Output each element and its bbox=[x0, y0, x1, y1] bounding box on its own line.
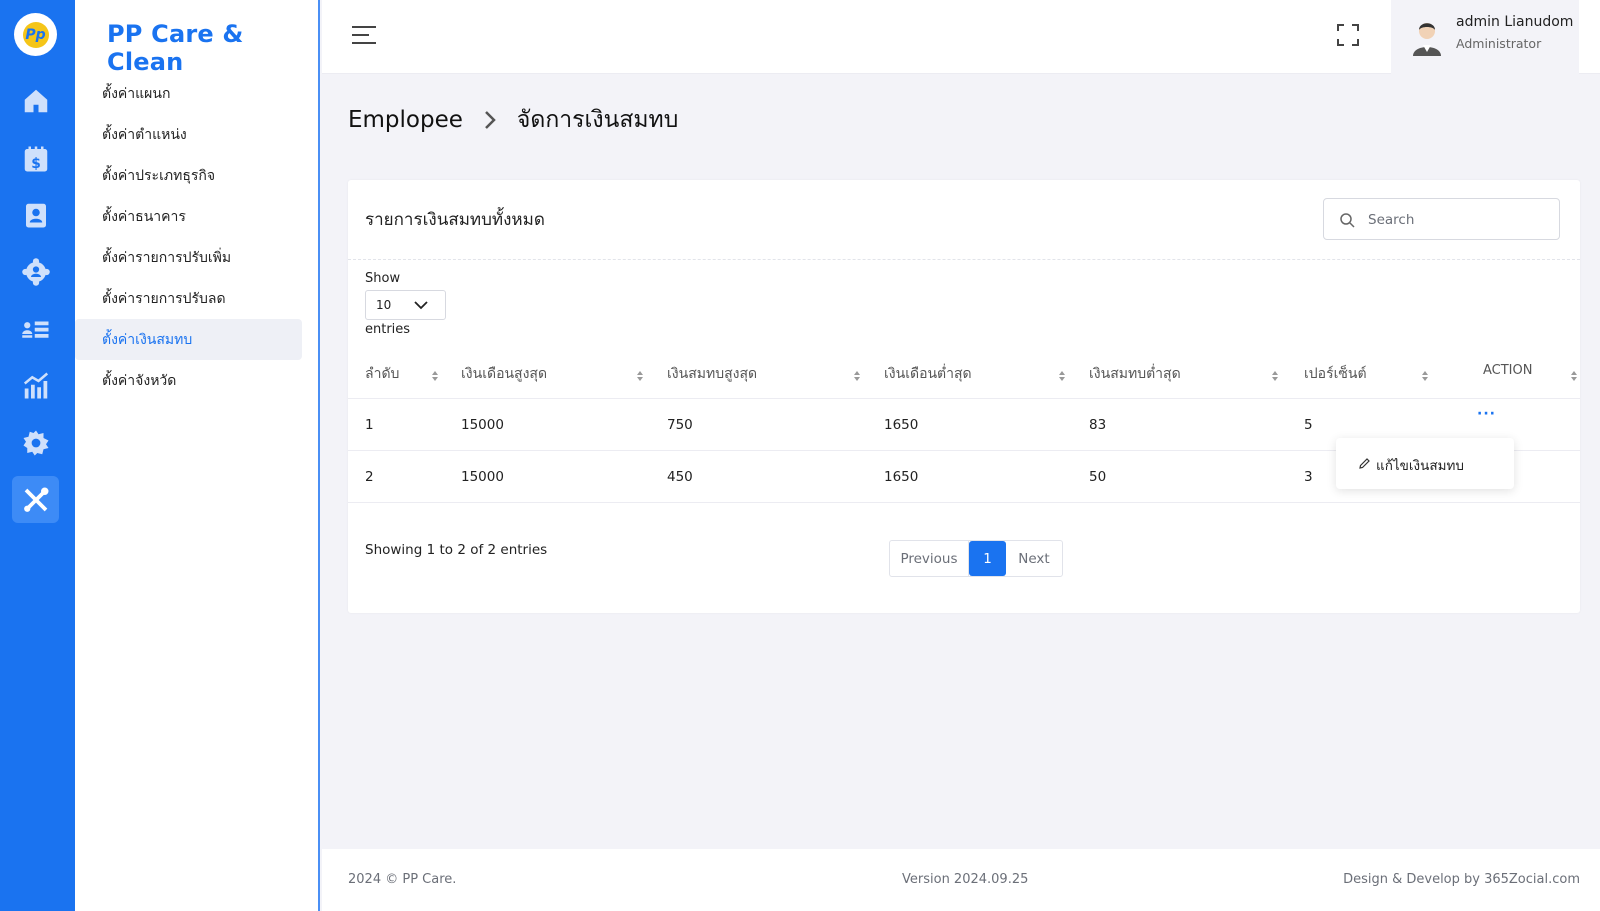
table-cell: 5 bbox=[1304, 417, 1313, 433]
page-title: จัดการเงินสมทบ bbox=[516, 107, 679, 133]
column-header-min-contribution[interactable]: เงินสมทบต่ำสุด bbox=[1089, 363, 1181, 385]
app-logo[interactable]: Pp bbox=[14, 13, 57, 56]
table-row-divider bbox=[348, 502, 1580, 503]
table-cell: 15000 bbox=[461, 469, 504, 485]
pagination: Previous 1 Next bbox=[889, 540, 1063, 577]
brand-title: PP Care & Clean bbox=[107, 20, 244, 76]
table-cell: 1 bbox=[365, 417, 374, 433]
sort-icon[interactable] bbox=[1271, 370, 1279, 382]
user-name: admin Lianudom bbox=[1456, 14, 1574, 30]
payroll-calendar-icon[interactable]: $ bbox=[12, 135, 59, 182]
table-cell: 450 bbox=[667, 469, 693, 485]
footer-credit[interactable]: Design & Develop by 365Zocial.com bbox=[1343, 872, 1580, 887]
fullscreen-icon[interactable] bbox=[1337, 24, 1359, 46]
footer: 2024 © PP Care. Version 2024.09.25 Desig… bbox=[322, 849, 1600, 911]
sort-icon[interactable] bbox=[431, 370, 439, 382]
menu-item-province[interactable]: ตั้งค่าจังหวัด bbox=[75, 360, 302, 401]
breadcrumb: Emplopee จัดการเงินสมทบ bbox=[348, 102, 678, 138]
table-cell: 1650 bbox=[884, 469, 919, 485]
next-page-button[interactable]: Next bbox=[1006, 541, 1062, 576]
home-icon[interactable] bbox=[12, 77, 59, 124]
sort-icon[interactable] bbox=[1570, 370, 1578, 382]
table-cell: 750 bbox=[667, 417, 693, 433]
search-icon bbox=[1340, 213, 1355, 228]
search-box bbox=[1323, 198, 1560, 240]
page-length-value: 10 bbox=[376, 298, 392, 312]
column-header-min-salary[interactable]: เงินเดือนต่ำสุด bbox=[884, 363, 972, 385]
menu-item-additions[interactable]: ตั้งค่ารายการปรับเพิ่ม bbox=[75, 237, 302, 278]
menu-item-deductions[interactable]: ตั้งค่ารายการปรับลด bbox=[75, 278, 302, 319]
column-header-action[interactable]: ACTION bbox=[1483, 363, 1532, 378]
table-cell: 2 bbox=[365, 469, 374, 485]
edit-contribution-item[interactable]: แก้ไขเงินสมทบ bbox=[1376, 454, 1464, 476]
table-cell: 50 bbox=[1089, 469, 1107, 485]
table-cell: 3 bbox=[1304, 469, 1313, 485]
menu-item-department[interactable]: ตั้งค่าแผนก bbox=[75, 73, 302, 114]
search-input[interactable] bbox=[1368, 209, 1548, 231]
table-header-divider bbox=[348, 398, 1580, 399]
menu-item-position[interactable]: ตั้งค่าตำแหน่ง bbox=[75, 114, 302, 155]
column-header-percent[interactable]: เปอร์เซ็นต์ bbox=[1304, 363, 1367, 385]
tools-icon[interactable] bbox=[12, 476, 59, 523]
table-info: Showing 1 to 2 of 2 entries bbox=[365, 542, 548, 558]
sort-icon[interactable] bbox=[1058, 370, 1066, 382]
report-chart-icon[interactable] bbox=[12, 362, 59, 409]
chevron-down-icon bbox=[414, 301, 428, 310]
column-header-max-contribution[interactable]: เงินสมทบสูงสุด bbox=[667, 363, 757, 385]
pencil-icon bbox=[1359, 458, 1370, 469]
sort-icon[interactable] bbox=[1421, 370, 1429, 382]
table-cell: 83 bbox=[1089, 417, 1107, 433]
page-length-select[interactable]: 10 bbox=[365, 290, 446, 320]
table-cell: 15000 bbox=[461, 417, 504, 433]
menu-toggle-icon[interactable] bbox=[352, 24, 378, 46]
team-icon[interactable] bbox=[12, 248, 59, 295]
employee-contact-icon[interactable] bbox=[12, 191, 59, 238]
sort-icon[interactable] bbox=[853, 370, 861, 382]
column-header-order[interactable]: ลำดับ bbox=[365, 363, 399, 385]
footer-copyright: 2024 © PP Care. bbox=[348, 872, 457, 887]
top-bar: admin Lianudom Administrator bbox=[322, 0, 1600, 74]
footer-version: Version 2024.09.25 bbox=[902, 872, 1029, 887]
avatar bbox=[1413, 23, 1441, 56]
show-label: Show bbox=[365, 271, 401, 286]
page-1-button[interactable]: 1 bbox=[969, 541, 1006, 576]
chevron-right-icon bbox=[485, 111, 496, 129]
row-action-dropdown: แก้ไขเงินสมทบ bbox=[1336, 438, 1514, 489]
icon-rail: Pp $ bbox=[0, 0, 75, 911]
menu-item-contribution[interactable]: ตั้งค่าเงินสมทบ bbox=[75, 319, 302, 360]
list-icon[interactable] bbox=[12, 305, 59, 352]
app-logo-mark: Pp bbox=[22, 21, 49, 48]
entries-label: entries bbox=[365, 322, 411, 337]
menu-item-bank[interactable]: ตั้งค่าธนาคาร bbox=[75, 196, 302, 237]
settings-sidebar: PP Care & Clean ตั้งค่าแผนก ตั้งค่าตำแหน… bbox=[75, 0, 320, 911]
row-action-menu-button[interactable]: ··· bbox=[1477, 406, 1496, 422]
column-header-max-salary[interactable]: เงินเดือนสูงสุด bbox=[461, 363, 547, 385]
menu-item-business-type[interactable]: ตั้งค่าประเภทธุรกิจ bbox=[75, 155, 302, 196]
card-divider bbox=[348, 259, 1580, 260]
user-role: Administrator bbox=[1456, 36, 1542, 51]
settings-gear-icon[interactable] bbox=[12, 419, 59, 466]
svg-text:$: $ bbox=[31, 155, 41, 171]
settings-menu: ตั้งค่าแผนก ตั้งค่าตำแหน่ง ตั้งค่าประเภท… bbox=[75, 73, 320, 401]
card-title: รายการเงินสมทบทั้งหมด bbox=[365, 210, 545, 230]
contribution-card: รายการเงินสมทบทั้งหมด Show 10 entries ลำ… bbox=[348, 180, 1580, 613]
user-menu[interactable]: admin Lianudom Administrator bbox=[1391, 0, 1579, 74]
table-cell: 1650 bbox=[884, 417, 919, 433]
breadcrumb-parent[interactable]: Emplopee bbox=[348, 107, 463, 133]
sort-icon[interactable] bbox=[636, 370, 644, 382]
previous-page-button[interactable]: Previous bbox=[890, 541, 969, 576]
